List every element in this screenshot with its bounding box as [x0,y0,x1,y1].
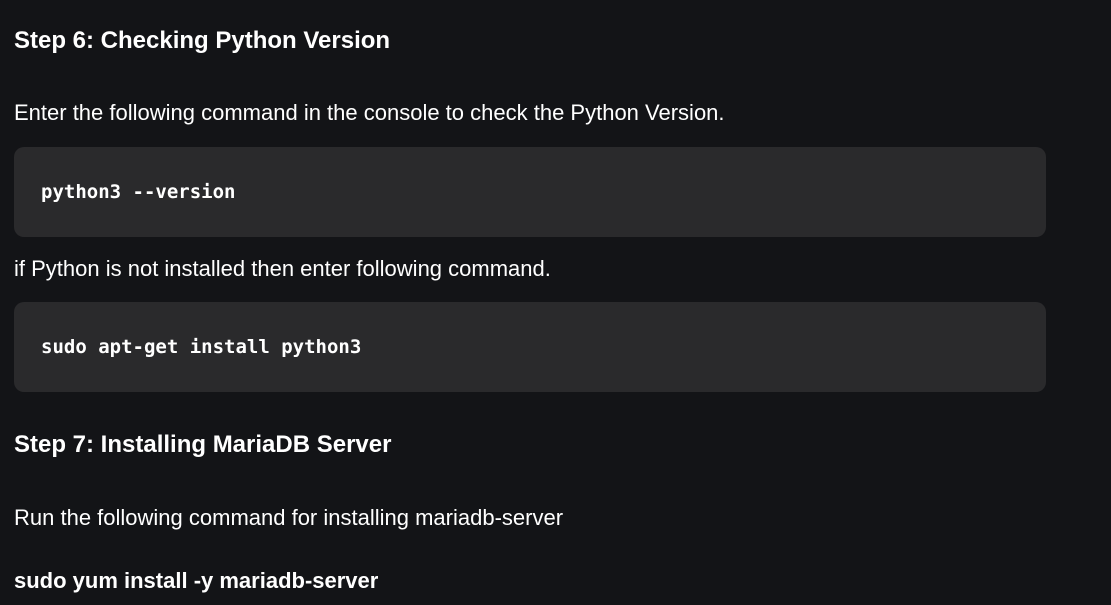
code-block-install-python[interactable]: sudo apt-get install python3 [14,302,1046,392]
step7-intro-text: Run the following command for installing… [14,505,564,530]
step6-heading: Step 6: Checking Python Version [14,27,391,54]
step6-intro-text: Enter the following command in the conso… [14,100,725,125]
code-install-python[interactable]: sudo apt-get install python3 [41,336,361,358]
step6-followup-text: if Python is not installed then enter fo… [14,256,551,281]
code-python-version[interactable]: python3 --version [41,181,235,203]
code-block-python-version[interactable]: python3 --version [14,147,1046,237]
step7-heading: Step 7: Installing MariaDB Server [14,431,392,458]
step7-command-text: sudo yum install -y mariadb-server [14,568,379,593]
